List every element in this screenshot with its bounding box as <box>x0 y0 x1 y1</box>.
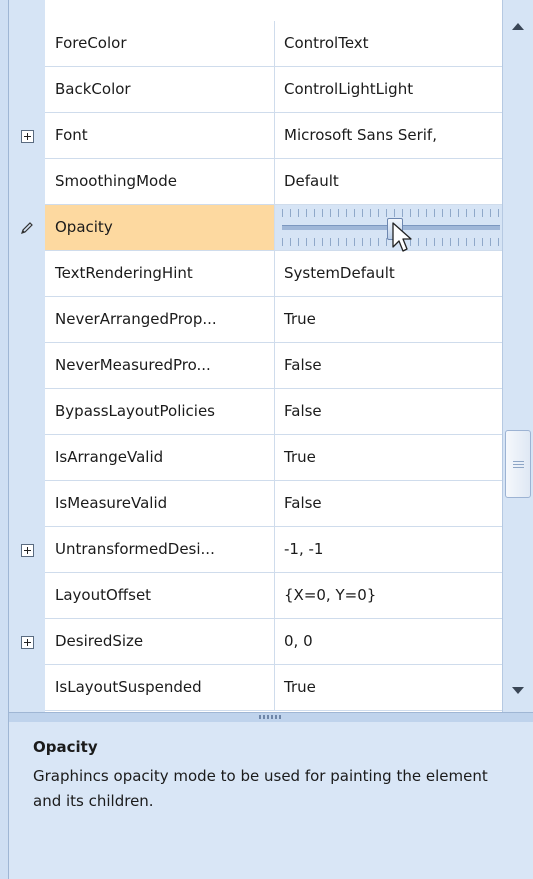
property-name[interactable]: IsArrangeValid <box>45 435 275 480</box>
property-row[interactable]: ForeColor ControlText <box>45 21 502 67</box>
mouse-cursor-icon <box>392 222 412 252</box>
property-value[interactable]: -1, -1 <box>275 527 502 572</box>
edit-indicator <box>9 205 45 251</box>
property-name[interactable]: BypassLayoutPolicies <box>45 389 275 434</box>
plus-box-icon[interactable] <box>20 635 34 649</box>
property-name[interactable]: TextRenderingHint <box>45 251 275 296</box>
property-row[interactable]: BypassLayoutPolicies False <box>45 389 502 435</box>
property-row[interactable]: BackColor ControlLightLight <box>45 67 502 113</box>
property-name[interactable]: BackColor <box>45 67 275 112</box>
expand-icon[interactable] <box>9 113 45 159</box>
property-name[interactable]: IsMeasureValid <box>45 481 275 526</box>
scroll-down-icon[interactable] <box>512 687 524 694</box>
left-border <box>0 0 9 879</box>
property-name[interactable]: NeverArrangedProp... <box>45 297 275 342</box>
pencil-icon <box>21 222 33 234</box>
expand-icon[interactable] <box>9 527 45 573</box>
property-value[interactable]: ControlText <box>275 21 502 66</box>
property-value[interactable]: ControlLightLight <box>275 67 502 112</box>
opacity-slider[interactable] <box>282 209 500 252</box>
property-value[interactable]: Default <box>275 159 502 204</box>
property-row[interactable]: Opacity <box>45 205 502 252</box>
property-rows: ForeColor ControlText BackColor ControlLigh… <box>45 0 502 712</box>
property-name[interactable]: Font <box>45 113 275 158</box>
property-value[interactable]: False <box>275 389 502 434</box>
property-value[interactable]: True <box>275 435 502 480</box>
property-row[interactable]: NeverArrangedProp... True <box>45 297 502 343</box>
property-name[interactable]: Opacity <box>45 205 275 250</box>
grip-icon <box>513 460 524 468</box>
property-row[interactable]: SmoothingMode Default <box>45 159 502 205</box>
help-splitter[interactable] <box>9 712 533 722</box>
property-name[interactable]: IsLayoutSuspended <box>45 665 275 710</box>
property-value[interactable]: {X=0, Y=0} <box>275 573 502 618</box>
help-panel: Opacity Graphincs opacity mode to be use… <box>9 722 533 879</box>
property-name[interactable]: NeverMeasuredPro... <box>45 343 275 388</box>
help-title: Opacity <box>33 738 98 756</box>
property-name[interactable]: UntransformedDesi... <box>45 527 275 572</box>
property-grid-window: ForeColor ControlText BackColor ControlLigh… <box>0 0 533 879</box>
property-row[interactable]: UntransformedDesi... -1, -1 <box>45 527 502 573</box>
property-value[interactable]: True <box>275 665 502 710</box>
vertical-scrollbar[interactable] <box>502 0 533 712</box>
plus-box-icon[interactable] <box>20 129 34 143</box>
property-row[interactable]: IsLayoutSuspended True <box>45 665 502 711</box>
property-row[interactable]: IsMeasureValid False <box>45 481 502 527</box>
plus-box-icon[interactable] <box>20 543 34 557</box>
property-row[interactable]: Font Microsoft Sans Serif, <box>45 113 502 159</box>
property-name[interactable]: ForeColor <box>45 21 275 66</box>
property-name[interactable]: LayoutOffset <box>45 573 275 618</box>
property-value[interactable]: False <box>275 481 502 526</box>
property-row[interactable]: NeverMeasuredPro... False <box>45 343 502 389</box>
property-row[interactable]: DesiredSize 0, 0 <box>45 619 502 665</box>
property-value[interactable]: True <box>275 297 502 342</box>
slider-ticks-top <box>282 209 500 217</box>
property-name[interactable]: SmoothingMode <box>45 159 275 204</box>
help-description: Graphincs opacity mode to be used for pa… <box>33 767 488 810</box>
property-row[interactable]: LayoutOffset {X=0, Y=0} <box>45 573 502 619</box>
property-value[interactable]: Microsoft Sans Serif, <box>275 113 502 158</box>
property-row[interactable]: IsArrangeValid True <box>45 435 502 481</box>
property-row[interactable]: TextRenderingHint SystemDefault <box>45 251 502 297</box>
expand-icon[interactable] <box>9 619 45 665</box>
property-name[interactable]: DesiredSize <box>45 619 275 664</box>
row-gutter <box>9 0 45 712</box>
property-grid: ForeColor ControlText BackColor ControlLigh… <box>9 0 502 712</box>
scroll-up-icon[interactable] <box>512 23 524 30</box>
property-value[interactable]: SystemDefault <box>275 251 502 296</box>
splitter-grip-icon <box>259 715 283 719</box>
property-value[interactable]: 0, 0 <box>275 619 502 664</box>
property-value[interactable]: False <box>275 343 502 388</box>
scrollbar-thumb[interactable] <box>505 430 531 498</box>
